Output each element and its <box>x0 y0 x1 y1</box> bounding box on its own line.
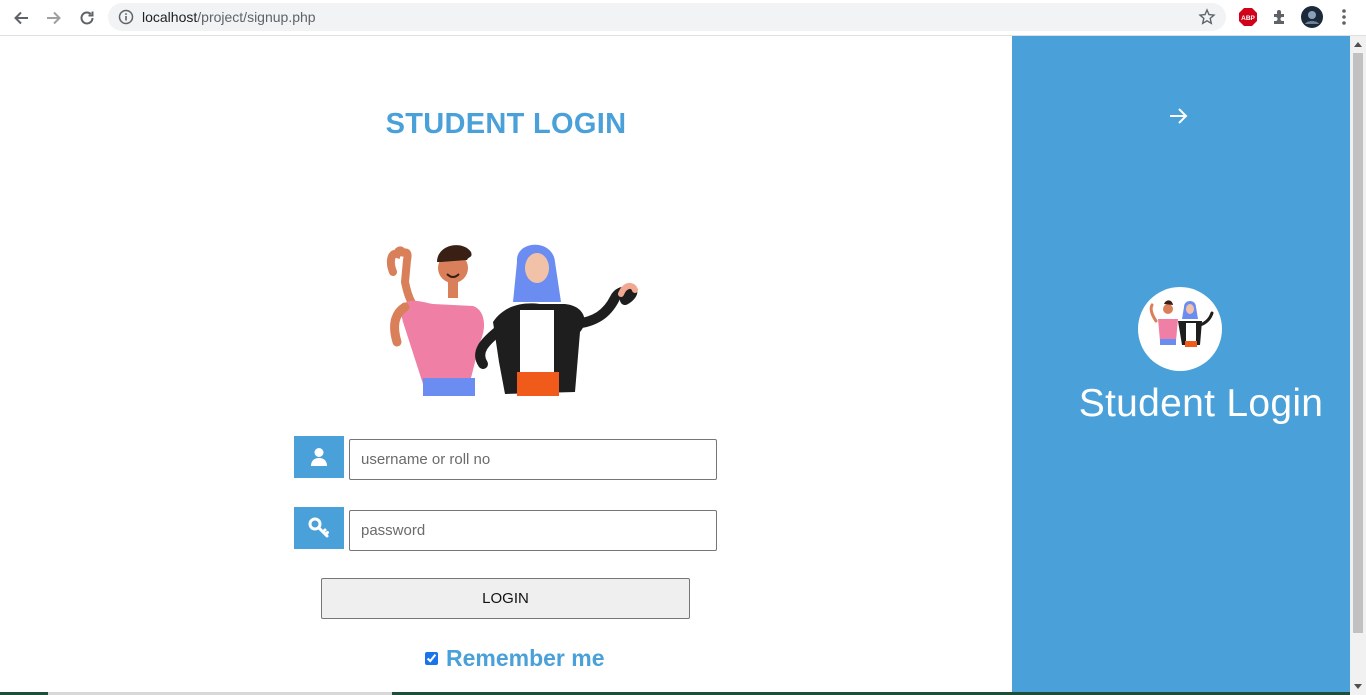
remember-label[interactable]: Remember me <box>446 645 605 672</box>
abp-label: ABP <box>1241 15 1255 22</box>
abp-icon[interactable]: ABP <box>1237 6 1259 28</box>
remember-me: Remember me <box>425 645 605 672</box>
scroll-thumb[interactable] <box>1353 53 1363 633</box>
password-input[interactable] <box>349 510 717 551</box>
reload-icon[interactable] <box>75 6 99 30</box>
menu-kebab-icon[interactable] <box>1333 6 1355 28</box>
student-avatar <box>1138 287 1222 371</box>
scroll-up-arrow-icon[interactable] <box>1350 36 1366 52</box>
url-path: /project/signup.php <box>197 9 316 25</box>
key-icon <box>294 507 344 549</box>
site-info-icon[interactable] <box>118 9 134 30</box>
profile-avatar[interactable] <box>1301 6 1323 28</box>
bookmark-star-icon[interactable] <box>1198 8 1216 31</box>
students-illustration <box>375 232 645 402</box>
page-scrollbar[interactable] <box>1350 36 1366 695</box>
arrow-right-icon[interactable] <box>1168 106 1190 131</box>
address-bar[interactable]: localhost/project/signup.php <box>108 3 1226 31</box>
browser-toolbar: localhost/project/signup.php ABP <box>0 0 1366 36</box>
side-panel: Student Login <box>1012 36 1350 695</box>
remember-checkbox[interactable] <box>425 652 438 665</box>
page-title: STUDENT LOGIN <box>385 108 627 140</box>
user-icon <box>294 436 344 478</box>
scroll-down-arrow-icon[interactable] <box>1350 679 1366 695</box>
side-title: Student Login <box>1078 382 1324 425</box>
puzzle-icon[interactable] <box>1269 6 1291 28</box>
login-button[interactable]: LOGIN <box>321 578 690 619</box>
url-host: localhost <box>142 9 198 25</box>
url-text: localhost/project/signup.php <box>142 9 316 25</box>
forward-icon[interactable] <box>42 6 66 30</box>
username-input[interactable] <box>349 439 717 480</box>
back-icon[interactable] <box>9 6 33 30</box>
